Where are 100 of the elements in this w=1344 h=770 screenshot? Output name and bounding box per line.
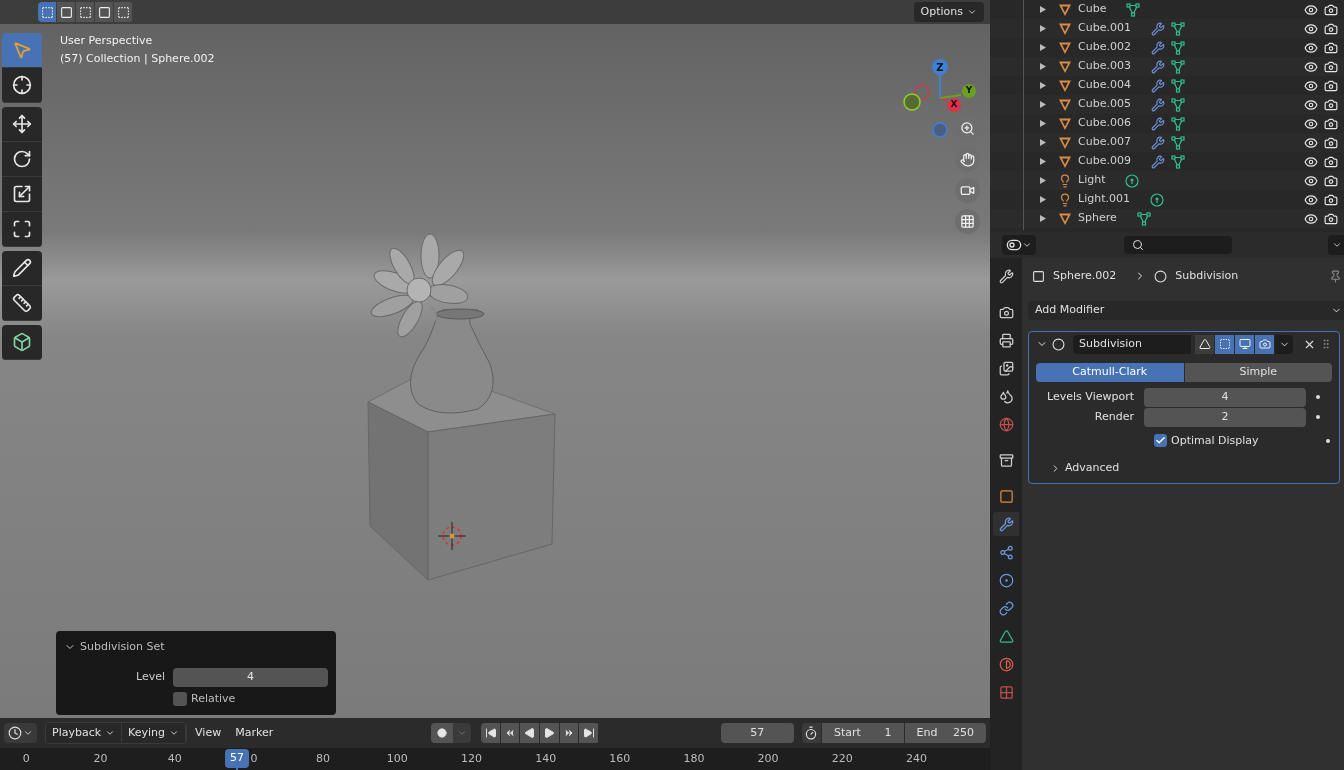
expand-arrow-icon[interactable] xyxy=(1040,6,1046,13)
modifier-icon xyxy=(1052,337,1065,351)
playback-button[interactable] xyxy=(520,723,541,743)
expand-arrow-icon[interactable] xyxy=(1040,139,1046,146)
playback-button[interactable] xyxy=(500,723,521,743)
tool-button[interactable] xyxy=(2,33,42,68)
selection-mode-button[interactable] xyxy=(95,2,114,22)
viewport[interactable]: User Perspective (57) Collection | Sphere.002 Z Y X Subdivision Set Level 4 Relative xyxy=(0,24,990,718)
particles-icon xyxy=(998,544,1014,560)
expand-arrow-icon[interactable] xyxy=(1040,120,1046,127)
clock-icon xyxy=(8,726,22,740)
z-axis-label[interactable]: Z xyxy=(932,59,948,75)
tool-button[interactable] xyxy=(2,107,42,142)
modifier-icon xyxy=(1154,269,1168,283)
viewport-info-text: User Perspective xyxy=(60,33,154,49)
expand-arrow-icon[interactable] xyxy=(1040,215,1046,222)
expand-arrow-icon[interactable] xyxy=(1040,177,1046,184)
object-name: Light.001 xyxy=(1078,191,1130,208)
tool-button[interactable] xyxy=(2,286,42,321)
images-icon xyxy=(998,360,1014,376)
number-field[interactable]: 4 xyxy=(1144,387,1306,407)
y-axis-label[interactable]: Y xyxy=(962,84,976,98)
negative-x-axis-handle[interactable] xyxy=(914,84,930,100)
current-frame-field[interactable]: 57 xyxy=(720,723,794,743)
preview-range-button[interactable] xyxy=(801,723,821,743)
modifier-toggle[interactable] xyxy=(1215,334,1235,354)
optimal-display-checkbox[interactable] xyxy=(1154,434,1167,448)
add-modifier-dropdown[interactable]: Add Modifier xyxy=(1028,300,1344,320)
eye-icon xyxy=(1304,40,1318,55)
x-axis-label[interactable]: X xyxy=(947,98,961,112)
relative-checkbox[interactable] xyxy=(173,691,187,706)
modifier-name-field[interactable]: Subdivision xyxy=(1073,334,1191,354)
selection-mode-button[interactable] xyxy=(38,2,57,22)
tool-button[interactable] xyxy=(2,68,42,103)
playback-button[interactable] xyxy=(579,723,599,743)
object-name: Cube.004 xyxy=(1078,77,1131,94)
jump-key-back-icon xyxy=(504,727,517,739)
zoom-icon xyxy=(960,121,975,136)
number-field[interactable]: 2 xyxy=(1144,407,1306,427)
camera-icon xyxy=(1324,2,1338,17)
start-frame-field[interactable]: Start 1 xyxy=(821,723,904,743)
selection-mode-icon xyxy=(97,5,111,19)
search-field[interactable] xyxy=(1124,236,1232,254)
editor-type-button[interactable] xyxy=(4,723,37,743)
negative-z-axis-handle[interactable] xyxy=(932,122,948,138)
selection-mode-button[interactable] xyxy=(114,2,133,22)
subdivision-type-tab[interactable]: Catmull-Clark xyxy=(1036,362,1184,382)
expand-arrow-icon[interactable] xyxy=(1040,158,1046,165)
end-frame-field[interactable]: End 250 xyxy=(903,723,986,743)
mesh-object-icon xyxy=(1058,211,1072,226)
selection-mode-button[interactable] xyxy=(57,2,76,22)
modifier-toggle[interactable] xyxy=(1255,334,1275,354)
chevron-down-icon xyxy=(457,728,468,738)
archive-icon xyxy=(998,452,1014,468)
object-name: Cube.001 xyxy=(1078,20,1131,37)
expand-arrow-icon[interactable] xyxy=(1040,25,1046,32)
light-object-icon xyxy=(1058,192,1072,207)
record-button[interactable] xyxy=(431,723,454,743)
modifier-toggle[interactable] xyxy=(1235,334,1255,354)
breadcrumb-object: Sphere.002 xyxy=(1053,268,1117,284)
negative-y-axis-handle[interactable] xyxy=(903,93,921,111)
advanced-subpanel-label[interactable]: Advanced xyxy=(1065,460,1120,477)
viewport-info-text: (57) Collection | Sphere.002 xyxy=(60,51,215,67)
menu-item[interactable]: Marker xyxy=(229,723,280,743)
tool-button[interactable] xyxy=(2,177,42,212)
view-nav-button[interactable] xyxy=(955,178,980,203)
playback-button[interactable] xyxy=(559,723,580,743)
level-field[interactable]: 4 xyxy=(173,667,328,687)
playback-button[interactable] xyxy=(540,723,560,743)
menu-dropdown[interactable]: Playback xyxy=(46,723,123,743)
properties-tab[interactable] xyxy=(993,512,1019,536)
play-reverse-icon xyxy=(523,727,536,739)
options-dropdown[interactable]: Options xyxy=(913,2,984,22)
expand-arrow-icon[interactable] xyxy=(1040,44,1046,51)
selection-mode-button[interactable] xyxy=(76,2,95,22)
frame-number: 100 xyxy=(386,751,408,767)
eye-icon xyxy=(1304,59,1318,74)
camera-icon xyxy=(1324,59,1338,74)
selection-mode-icon xyxy=(78,5,92,19)
tool-button[interactable] xyxy=(2,251,42,286)
expand-arrow-icon[interactable] xyxy=(1040,101,1046,108)
subdivision-type-tab[interactable]: Simple xyxy=(1183,362,1332,382)
playhead-frame-badge[interactable]: 57 xyxy=(225,749,249,768)
expand-arrow-icon[interactable] xyxy=(1040,63,1046,70)
menu-item[interactable]: View xyxy=(189,723,228,743)
object-name: Cube xyxy=(1078,1,1107,18)
tool-button[interactable] xyxy=(2,142,42,177)
tool-button[interactable] xyxy=(2,325,42,360)
wrench-icon xyxy=(998,516,1014,532)
modifier-toggle[interactable] xyxy=(1195,334,1215,354)
playback-button[interactable] xyxy=(481,723,501,743)
editor-type-button[interactable] xyxy=(1002,235,1036,255)
expand-arrow-icon[interactable] xyxy=(1040,196,1046,203)
expand-arrow-icon[interactable] xyxy=(1040,82,1046,89)
view-nav-button[interactable] xyxy=(955,209,980,234)
scale-icon xyxy=(12,184,32,204)
grid-icon xyxy=(960,214,975,229)
mesh-data-icon xyxy=(998,628,1014,644)
object-name: Light xyxy=(1078,172,1106,189)
tool-button[interactable] xyxy=(2,212,42,247)
